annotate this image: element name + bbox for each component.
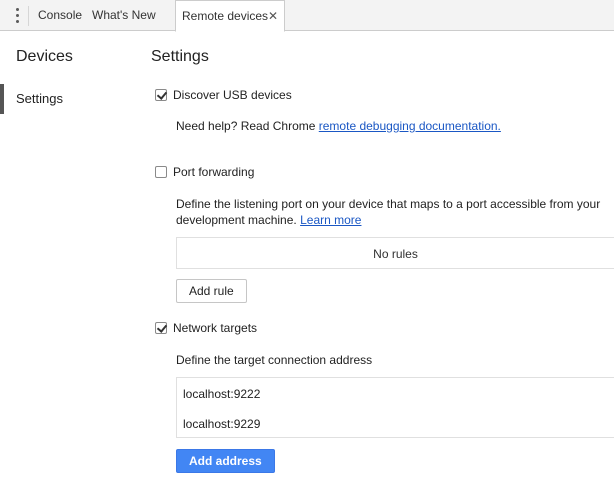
tab-remote-devices-label: Remote devices [182, 9, 269, 23]
add-address-button[interactable]: Add address [176, 449, 275, 473]
tab-divider [28, 6, 29, 26]
sidebar-item-label: Settings [16, 91, 63, 106]
selected-indicator [0, 84, 4, 114]
sidebar-title: Devices [16, 48, 73, 65]
target-address-item[interactable]: localhost:9229 [183, 417, 260, 431]
page-title: Settings [151, 48, 209, 65]
devtools-tab-bar: Console What's New Remote devices ✕ [0, 0, 614, 32]
usb-help-text: Need help? Read Chrome remote debugging … [176, 119, 501, 133]
remote-debugging-docs-link[interactable]: remote debugging documentation. [319, 119, 501, 133]
discover-usb-label: Discover USB devices [173, 88, 292, 102]
tab-whats-new[interactable]: What's New [92, 0, 156, 31]
port-forwarding-description-line2: development machine. Learn more [176, 213, 361, 227]
empty-rules-text: No rules [373, 247, 418, 261]
checkbox-unchecked-icon[interactable] [155, 166, 167, 178]
checkbox-checked-icon[interactable] [155, 322, 167, 334]
close-icon[interactable]: ✕ [268, 1, 278, 32]
learn-more-link[interactable]: Learn more [300, 213, 361, 227]
network-targets-label: Network targets [173, 321, 258, 335]
settings-panel: Settings Discover USB devices Need help?… [151, 31, 614, 482]
sidebar: Devices Settings [0, 31, 140, 482]
checkbox-checked-icon[interactable] [155, 89, 167, 101]
target-address-list: localhost:9222 localhost:9229 [176, 377, 614, 438]
tab-console[interactable]: Console [38, 0, 82, 31]
usb-help-prefix: Need help? Read Chrome [176, 119, 319, 133]
port-forwarding-description-end: development machine. [176, 213, 297, 227]
port-rules-list: No rules [176, 237, 614, 269]
port-forwarding-description-line1: Define the listening port on your device… [176, 197, 601, 211]
target-address-item[interactable]: localhost:9222 [183, 387, 260, 401]
tab-remote-devices[interactable]: Remote devices ✕ [175, 0, 285, 32]
network-targets-description: Define the target connection address [176, 353, 373, 367]
sidebar-item-settings[interactable]: Settings [0, 84, 140, 114]
more-options-icon[interactable] [12, 8, 22, 24]
add-rule-button[interactable]: Add rule [176, 279, 247, 303]
port-forwarding-label: Port forwarding [173, 165, 255, 179]
